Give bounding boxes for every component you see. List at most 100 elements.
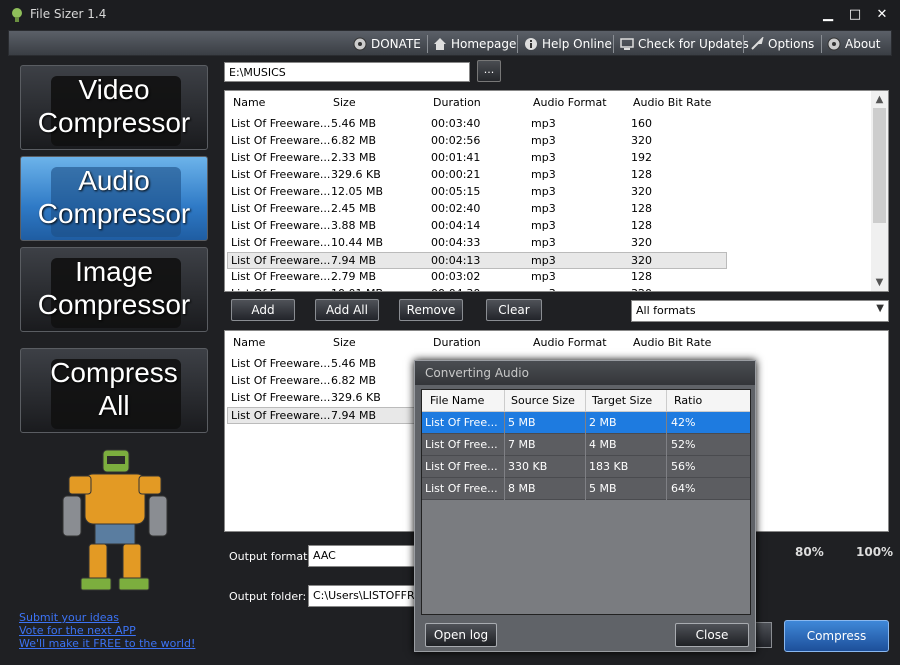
conversion-cell: List Of Free... [425, 416, 498, 429]
nav-about[interactable]: About [827, 34, 880, 54]
dcol-target-size[interactable]: Target Size [592, 394, 652, 407]
video-compressor-button[interactable]: Video Compressor [20, 65, 208, 150]
col-audio-format[interactable]: Audio Format [533, 96, 607, 109]
table-cell: 6.82 MB [331, 374, 377, 387]
output-folder-label: Output folder: [229, 590, 307, 603]
nav-help-online[interactable]: Help Online [524, 34, 612, 54]
conversion-row[interactable]: List Of Free... 7 MB 4 MB 52% [422, 434, 750, 456]
browse-button[interactable]: ... [477, 60, 501, 82]
conversion-cell: 330 KB [508, 460, 548, 473]
submit-ideas-link[interactable]: Submit your ideas [19, 611, 119, 624]
minimize-button[interactable]: ▁ [818, 6, 838, 24]
qcol-audio-bitrate[interactable]: Audio Bit Rate [633, 336, 711, 349]
col-duration[interactable]: Duration [433, 96, 481, 109]
col-size[interactable]: Size [333, 96, 356, 109]
folder-path-input[interactable]: E:\MUSICS [224, 62, 470, 82]
table-row[interactable]: List Of Freeware... 2.79 MB 00:03:02 mp3 128 [225, 269, 888, 286]
qcol-size[interactable]: Size [333, 336, 356, 349]
nav-homepage-label: Homepage [451, 37, 517, 51]
conversion-row[interactable]: List Of Free... 5 MB 2 MB 42% [422, 412, 750, 434]
add-button[interactable]: Add [231, 299, 295, 321]
close-dialog-button[interactable]: Close [675, 623, 749, 647]
app-icon [12, 8, 22, 22]
format-filter-select[interactable]: All formats ▼ [631, 300, 889, 322]
clear-button[interactable]: Clear [486, 299, 542, 321]
table-row[interactable]: List Of Freeware... 2.45 MB 00:02:40 mp3 128 [225, 201, 888, 218]
output-format-select[interactable]: AAC [308, 545, 418, 567]
open-log-button[interactable]: Open log [425, 623, 497, 647]
compress-all-button[interactable]: Compress All [20, 348, 208, 433]
table-cell: 00:00:21 [431, 168, 481, 181]
nav-donate[interactable]: DONATE [353, 34, 421, 54]
wrench-icon [751, 37, 764, 50]
conversion-cell: 64% [671, 482, 696, 495]
table-row[interactable]: List Of Freeware... 7.94 MB [227, 407, 417, 424]
table-cell: List Of Freeware... [231, 374, 331, 387]
scroll-thumb[interactable] [873, 108, 886, 223]
conversion-row[interactable]: List Of Free... 330 KB 183 KB 56% [422, 456, 750, 478]
table-cell: mp3 [531, 134, 556, 147]
nav-options-label: Options [768, 37, 815, 51]
table-cell: 320 [631, 236, 652, 249]
conversion-cell: 56% [671, 460, 696, 473]
vote-app-link[interactable]: Vote for the next APP [19, 624, 136, 637]
conversion-row[interactable]: List Of Free... 8 MB 5 MB 64% [422, 478, 750, 500]
home-icon [434, 38, 446, 50]
image-compressor-button[interactable]: Image Compressor [20, 247, 208, 332]
video-line1: Video [78, 74, 150, 105]
top-nav-bar: DONATE Homepage Help Online Check for Up… [8, 30, 892, 56]
queue-list-header: Name Size Duration Audio Format Audio Bi… [225, 331, 888, 355]
table-cell: List Of Freeware... [231, 357, 331, 370]
conversion-cell: 7 MB [508, 438, 536, 451]
qcol-audio-format[interactable]: Audio Format [533, 336, 607, 349]
table-cell: mp3 [531, 202, 556, 215]
add-all-button[interactable]: Add All [315, 299, 379, 321]
dcol-ratio[interactable]: Ratio [674, 394, 702, 407]
table-cell: 00:01:41 [431, 151, 481, 164]
col-audio-bitrate[interactable]: Audio Bit Rate [633, 96, 711, 109]
table-row[interactable]: List Of Freeware... 10.44 MB 00:04:33 mp3 32… [225, 235, 888, 252]
table-row[interactable]: List Of Freeware... 5.46 MB 00:03:40 mp3 160 [225, 116, 888, 133]
nav-options[interactable]: Options [750, 34, 814, 54]
conversion-list[interactable]: File Name Source Size Target Size Ratio … [421, 389, 751, 615]
nav-separator [517, 35, 518, 53]
dcol-source-size[interactable]: Source Size [511, 394, 575, 407]
table-cell: 7.94 MB [331, 254, 377, 267]
table-cell: mp3 [531, 185, 556, 198]
table-row[interactable]: List Of Freeware... 6.82 MB 00:02:56 mp3 320 [225, 133, 888, 150]
qcol-name[interactable]: Name [233, 336, 265, 349]
table-cell: mp3 [531, 270, 556, 283]
table-row[interactable]: List Of Freeware... 3.88 MB 00:04:14 mp3 128 [225, 218, 888, 235]
column-divider [504, 434, 505, 456]
source-scrollbar[interactable]: ▲ ▼ [871, 91, 888, 291]
nav-check-updates[interactable]: Check for Updates [620, 34, 749, 54]
source-file-list[interactable]: Name Size Duration Audio Format Audio Bi… [224, 90, 889, 292]
dcol-file-name[interactable]: File Name [430, 394, 484, 407]
qcol-duration[interactable]: Duration [433, 336, 481, 349]
compress-button[interactable]: Compress [784, 620, 889, 652]
table-row[interactable]: List Of Freeware... 7.94 MB 00:04:13 mp3 320 [227, 252, 727, 269]
audio-compressor-button[interactable]: Audio Compressor [20, 156, 208, 241]
nav-homepage[interactable]: Homepage [433, 34, 516, 54]
free-world-link[interactable]: We'll make it FREE to the world! [19, 637, 195, 650]
scroll-up-icon[interactable]: ▲ [871, 91, 888, 108]
table-cell: 10.44 MB [331, 236, 384, 249]
col-name[interactable]: Name [233, 96, 265, 109]
table-row[interactable]: List Of Freeware...10.01 MB 00:04:30 mp3 32… [225, 286, 888, 291]
table-cell: 128 [631, 168, 652, 181]
scroll-down-icon[interactable]: ▼ [871, 274, 888, 291]
table-cell: List Of Freeware... [231, 202, 331, 215]
table-cell: 00:05:15 [431, 185, 481, 198]
maximize-button[interactable]: □ [845, 6, 865, 24]
table-row[interactable]: List Of Freeware... 2.33 MB 00:01:41 mp3 192 [225, 150, 888, 167]
output-folder-input[interactable]: C:\Users\LISTOFFREEWARE [308, 585, 418, 607]
table-row[interactable]: List Of Freeware... 329.6 KB 00:00:21 mp3 12… [225, 167, 888, 184]
table-cell: List Of Freeware... [231, 270, 331, 283]
remove-button[interactable]: Remove [399, 299, 463, 321]
table-cell: mp3 [531, 236, 556, 249]
table-cell: List Of Freeware... [231, 134, 331, 147]
table-row[interactable]: List Of Freeware... 12.05 MB 00:05:15 mp3 32… [225, 184, 888, 201]
table-cell: List Of Freeware... [231, 219, 331, 232]
close-window-button[interactable]: ✕ [872, 6, 892, 24]
table-cell: 6.82 MB [331, 134, 377, 147]
